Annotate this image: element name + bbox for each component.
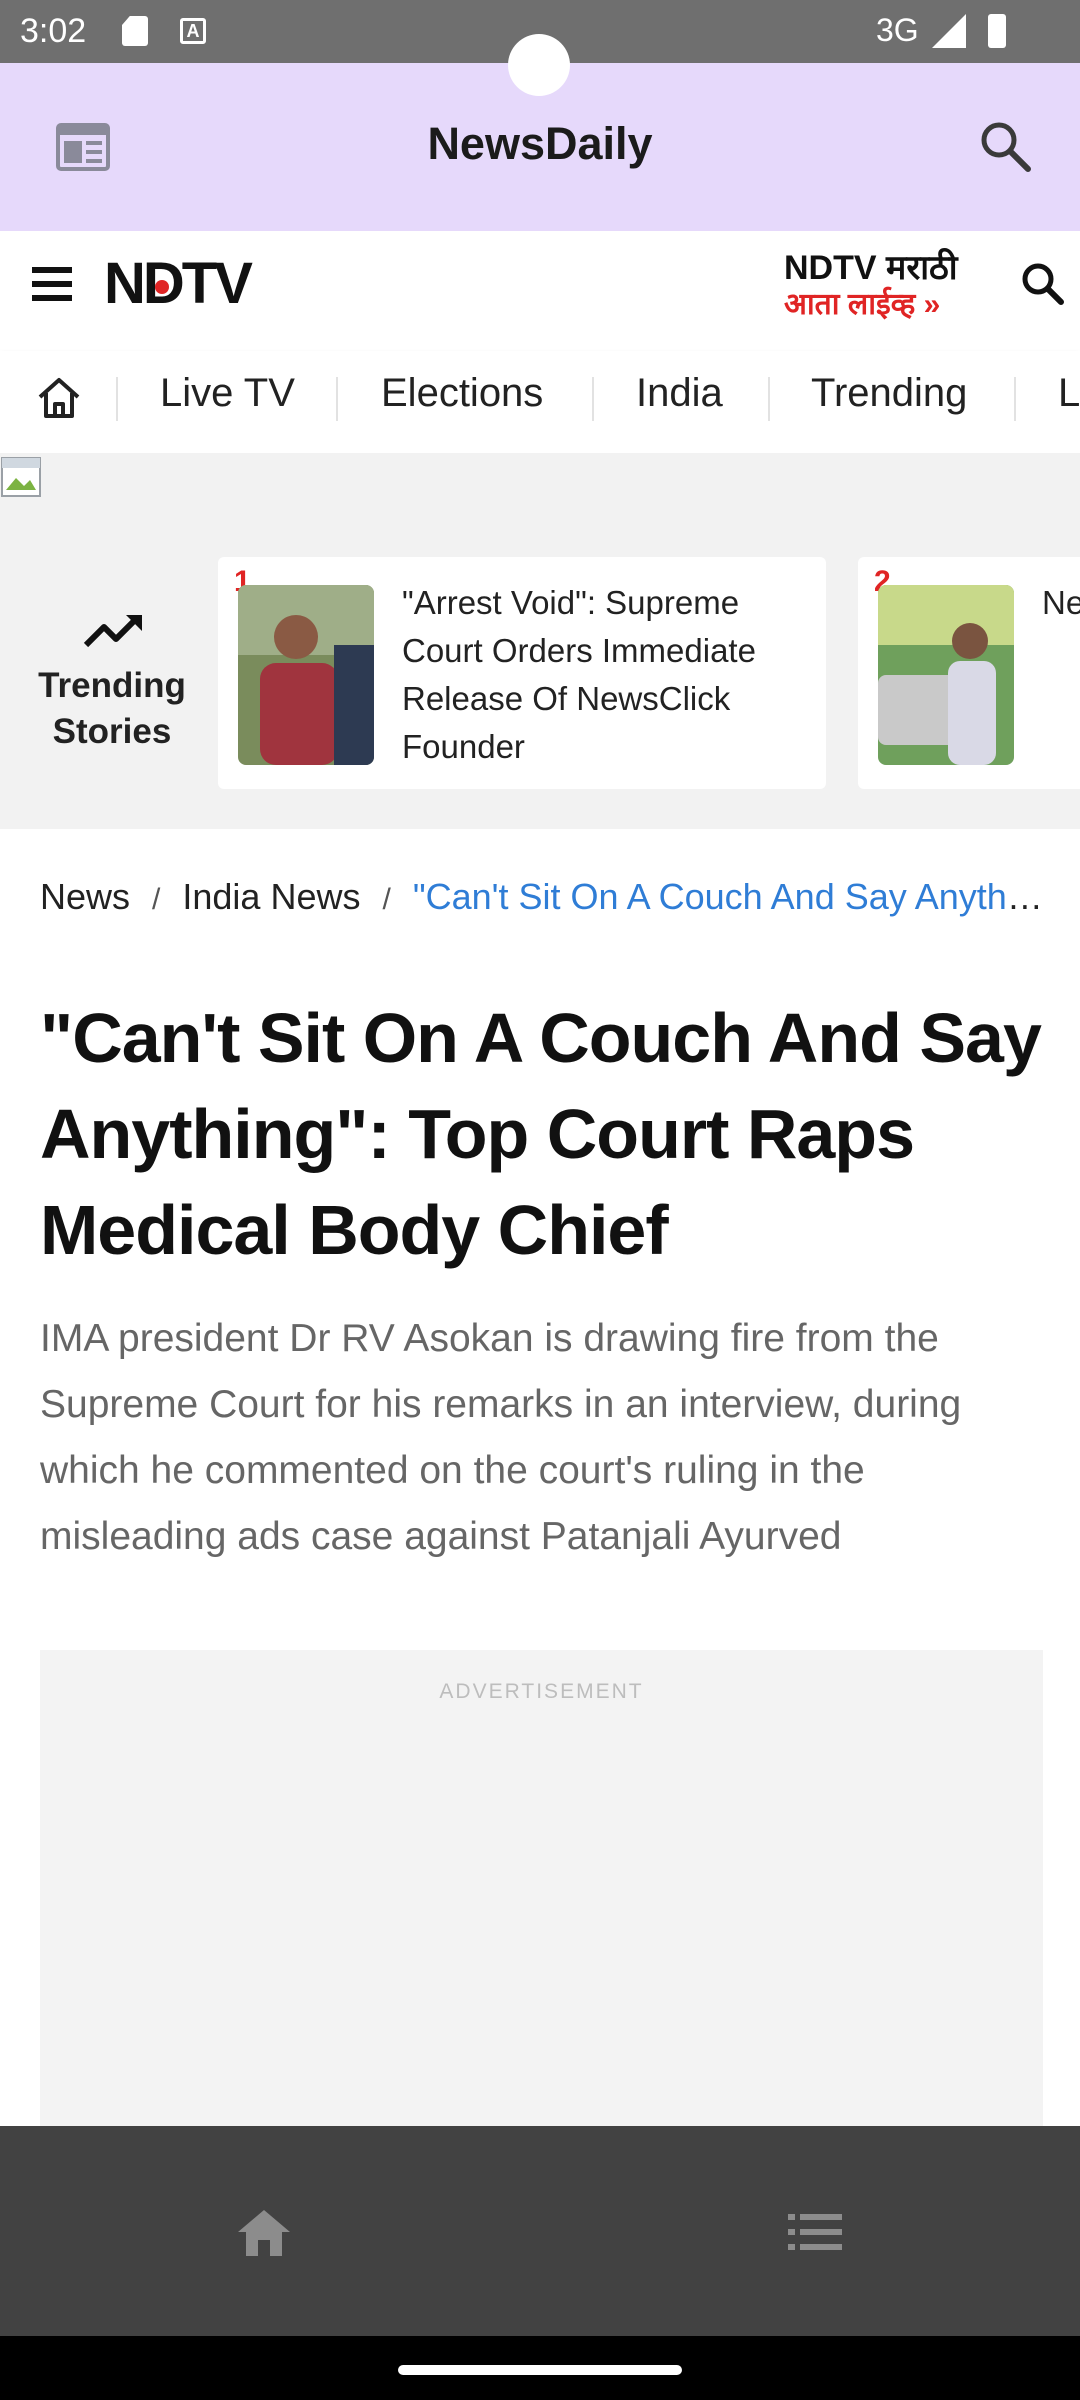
tab-elections[interactable]: Elections bbox=[381, 371, 543, 416]
hamburger-menu-icon[interactable] bbox=[32, 265, 72, 303]
keyboard-a-icon: A bbox=[180, 18, 206, 44]
ad-label: ADVERTISEMENT bbox=[439, 1680, 644, 1703]
home-nav-icon[interactable] bbox=[236, 2208, 292, 2258]
network-type: 3G bbox=[876, 12, 919, 48]
card-headline: "Arrest Void": Supreme Court Orders Imme… bbox=[402, 584, 756, 765]
status-bar: 3:02 A 3G bbox=[0, 0, 1080, 96]
trending-label: Trending Stories bbox=[38, 666, 186, 751]
tab-live-tv[interactable]: Live TV bbox=[160, 371, 295, 416]
logo-text: NDTV bbox=[104, 253, 253, 313]
tab-trending[interactable]: Trending bbox=[811, 371, 967, 416]
tab-separator bbox=[116, 377, 118, 421]
site-header: NDTV NDTV मराठी आता लाईव्ह » bbox=[0, 231, 1080, 351]
tab-india[interactable]: India bbox=[636, 371, 723, 416]
ndtv-logo[interactable]: NDTV bbox=[104, 253, 328, 313]
bottom-navigation bbox=[0, 2126, 1080, 2336]
tab-separator bbox=[336, 377, 338, 421]
article-headline: "Can't Sit On A Couch And Say Anything":… bbox=[40, 999, 1042, 1269]
home-icon[interactable] bbox=[36, 375, 82, 421]
site-search-icon[interactable] bbox=[1020, 261, 1064, 305]
home-gesture-pill[interactable] bbox=[398, 2365, 682, 2375]
trending-card[interactable]: 1 "Arrest Void": Supreme Court Orders Im… bbox=[218, 557, 826, 789]
app-title: NewsDaily bbox=[427, 118, 653, 169]
trending-card[interactable]: 2 Ne Ka De Ad bbox=[858, 557, 1080, 789]
camera-cutout bbox=[508, 34, 570, 96]
breadcrumb-news[interactable]: News bbox=[40, 876, 130, 917]
article-summary: IMA president Dr RV Asokan is drawing fi… bbox=[40, 1317, 962, 1558]
signal-icon bbox=[932, 14, 966, 48]
trending-stories: Trending Stories 1 "Arrest Void": Suprem… bbox=[0, 453, 1080, 829]
trending-arrow-icon bbox=[83, 615, 142, 648]
list-nav-icon[interactable] bbox=[788, 2212, 842, 2252]
gesture-bar bbox=[0, 2336, 1080, 2400]
tab-separator bbox=[768, 377, 770, 421]
nav-tabs: Live TV Elections India Trending L bbox=[0, 351, 1080, 453]
tab-separator bbox=[592, 377, 594, 421]
advertisement[interactable]: ADVERTISEMENT bbox=[40, 1650, 1043, 2126]
breadcrumb-current[interactable]: "Can't Sit On A Couch And Say Anything":… bbox=[413, 876, 1050, 917]
card-headline: Ne Ka De Ad bbox=[1042, 584, 1080, 621]
card-thumbnail bbox=[878, 585, 1014, 765]
breadcrumb: News / India News / "Can't Sit On A Couch An… bbox=[40, 876, 1050, 918]
card-thumbnail bbox=[238, 585, 374, 765]
status-time: 3:02 bbox=[20, 12, 87, 50]
battery-icon bbox=[988, 14, 1006, 48]
breadcrumb-india-news[interactable]: India News bbox=[182, 876, 360, 917]
tab-more[interactable]: L bbox=[1058, 371, 1080, 416]
tab-separator bbox=[1014, 377, 1016, 421]
ndtv-marathi-link[interactable]: NDTV मराठी आता लाईव्ह » bbox=[784, 249, 984, 323]
broken-image-icon bbox=[1, 457, 41, 497]
search-icon[interactable] bbox=[978, 119, 1032, 173]
marathi-title: NDTV मराठी bbox=[784, 249, 958, 287]
marathi-live: आता लाईव्ह » bbox=[784, 288, 941, 321]
sd-card-icon bbox=[122, 16, 148, 46]
